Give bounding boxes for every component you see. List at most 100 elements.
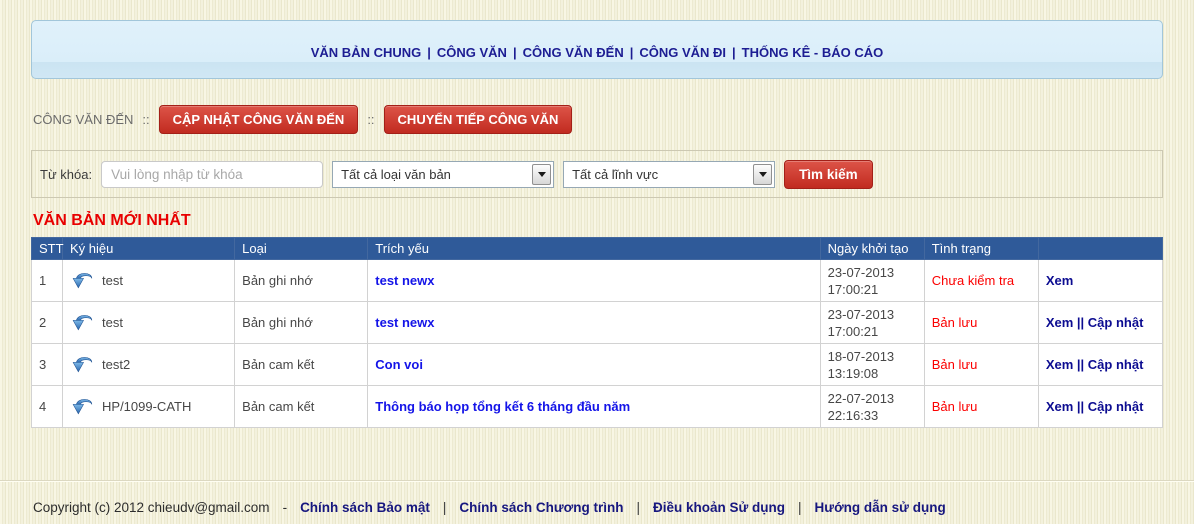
date-line: 13:19:08 <box>828 365 917 382</box>
table-body: 1 test Bản ghi nhớ test newx 23-07-201317:0… <box>32 260 1163 428</box>
page: VĂN BẢN CHUNG|CÔNG VĂN|CÔNG VĂN ĐẾN|CÔNG… <box>0 0 1194 524</box>
main-nav: VĂN BẢN CHUNG|CÔNG VĂN|CÔNG VĂN ĐẾN|CÔNG… <box>31 20 1163 79</box>
cell-actions: Xem || Cập nhật <box>1038 344 1162 386</box>
copyright-text: Copyright (c) 2012 chieudv@gmail.com <box>33 500 270 515</box>
status-badge: Bản lưu <box>932 399 978 414</box>
document-type-select-value: Tất cả loại văn bản <box>341 167 451 182</box>
header-actions <box>1038 238 1162 260</box>
date-line: 18-07-2013 <box>828 348 917 365</box>
nav-separator: | <box>507 45 523 60</box>
nav-item[interactable]: VĂN BẢN CHUNG <box>311 45 422 60</box>
ky-hieu-label: HP/1099-CATH <box>102 399 191 414</box>
toolbar-separator: :: <box>367 112 374 127</box>
cell-tinh-trang: Bản lưu <box>924 386 1038 428</box>
ky-hieu-label: test2 <box>102 357 130 372</box>
footer-link-separator: | <box>430 500 460 515</box>
action-link[interactable]: Xem <box>1046 399 1073 414</box>
keyword-input[interactable] <box>101 161 323 188</box>
table-row: 1 test Bản ghi nhớ test newx 23-07-201317:0… <box>32 260 1163 302</box>
footer-links: Chính sách Bảo mật|Chính sách Chương trì… <box>300 500 946 515</box>
ky-hieu-label: test <box>102 315 123 330</box>
ky-hieu-label: test <box>102 273 123 288</box>
nav-links: VĂN BẢN CHUNG|CÔNG VĂN|CÔNG VĂN ĐẾN|CÔNG… <box>311 44 883 62</box>
document-arrow-icon <box>70 268 95 293</box>
cell-actions: Xem <box>1038 260 1162 302</box>
header-ky-hieu: Ký hiệu <box>63 238 235 260</box>
cell-trich-yeu: Thông báo họp tổng kết 6 tháng đầu năm <box>368 386 820 428</box>
status-badge: Bản lưu <box>932 315 978 330</box>
action-link[interactable]: Xem <box>1046 273 1073 288</box>
cell-loai: Bản cam kết <box>235 386 368 428</box>
document-title-link[interactable]: Con voi <box>375 357 423 372</box>
cell-tinh-trang: Bản lưu <box>924 302 1038 344</box>
footer-link[interactable]: Chính sách Bảo mật <box>300 500 430 515</box>
nav-item[interactable]: THỐNG KÊ - BÁO CÁO <box>742 45 884 60</box>
action-separator: || <box>1073 315 1088 330</box>
cell-stt: 4 <box>32 386 63 428</box>
chevron-down-icon <box>753 164 772 185</box>
update-incoming-document-button[interactable]: CẬP NHẬT CÔNG VĂN ĐẾN <box>159 105 359 134</box>
footer-link-separator: | <box>623 500 653 515</box>
chevron-down-icon <box>532 164 551 185</box>
nav-item[interactable]: CÔNG VĂN ĐẾN <box>523 45 624 60</box>
documents-table: STT Ký hiệu Loại Trích yếu Ngày khởi tạo… <box>31 237 1163 428</box>
section-title: VĂN BẢN MỚI NHẤT <box>33 212 1194 230</box>
document-title-link[interactable]: Thông báo họp tổng kết 6 tháng đầu năm <box>375 399 630 414</box>
nav-item[interactable]: CÔNG VĂN ĐI <box>639 45 726 60</box>
cell-trich-yeu: test newx <box>368 260 820 302</box>
document-title-link[interactable]: test newx <box>375 273 434 288</box>
cell-loai: Bản cam kết <box>235 344 368 386</box>
status-badge: Bản lưu <box>932 357 978 372</box>
field-select[interactable]: Tất cả lĩnh vực <box>563 161 775 188</box>
breadcrumb: CÔNG VĂN ĐẾN <box>33 112 133 127</box>
cell-stt: 1 <box>32 260 63 302</box>
document-arrow-icon <box>70 310 95 335</box>
cell-stt: 2 <box>32 302 63 344</box>
table-row: 3 test2Bản cam kếtCon voi18-07-201313:19… <box>32 344 1163 386</box>
cell-ngay-khoi-tao: 23-07-201317:00:21 <box>820 302 924 344</box>
action-link[interactable]: Cập nhật <box>1088 357 1144 372</box>
cell-loai: Bản ghi nhớ <box>235 302 368 344</box>
action-link[interactable]: Cập nhật <box>1088 315 1144 330</box>
cell-ky-hieu: test <box>63 302 235 344</box>
document-type-select[interactable]: Tất cả loại văn bản <box>332 161 554 188</box>
footer-link[interactable]: Hướng dẫn sử dụng <box>815 500 946 515</box>
action-link[interactable]: Cập nhật <box>1088 399 1144 414</box>
cell-actions: Xem || Cập nhật <box>1038 386 1162 428</box>
header-trich-yeu: Trích yếu <box>368 238 820 260</box>
cell-ngay-khoi-tao: 23-07-201317:00:21 <box>820 260 924 302</box>
toolbar: CÔNG VĂN ĐẾN :: CẬP NHẬT CÔNG VĂN ĐẾN ::… <box>33 105 1163 133</box>
nav-separator: | <box>624 45 640 60</box>
cell-ky-hieu: HP/1099-CATH <box>63 386 235 428</box>
date-line: 22:16:33 <box>828 407 917 424</box>
document-arrow-icon <box>70 394 95 419</box>
action-link[interactable]: Xem <box>1046 357 1073 372</box>
cell-ky-hieu: test <box>63 260 235 302</box>
cell-ngay-khoi-tao: 18-07-201313:19:08 <box>820 344 924 386</box>
document-arrow-icon <box>70 352 95 377</box>
footer-link[interactable]: Chính sách Chương trình <box>459 500 623 515</box>
cell-ky-hieu: test2 <box>63 344 235 386</box>
status-badge: Chưa kiểm tra <box>932 273 1014 288</box>
action-separator: || <box>1073 357 1088 372</box>
action-separator: || <box>1073 399 1088 414</box>
keyword-label: Từ khóa: <box>40 167 92 182</box>
search-button[interactable]: Tìm kiếm <box>784 160 873 189</box>
cell-trich-yeu: Con voi <box>368 344 820 386</box>
date-line: 23-07-2013 <box>828 306 917 323</box>
document-title-link[interactable]: test newx <box>375 315 434 330</box>
field-select-value: Tất cả lĩnh vực <box>572 167 658 182</box>
nav-separator: | <box>421 45 437 60</box>
cell-loai: Bản ghi nhớ <box>235 260 368 302</box>
footer: Copyright (c) 2012 chieudv@gmail.com - C… <box>0 480 1194 515</box>
footer-dash: - <box>270 500 301 515</box>
date-line: 22-07-2013 <box>828 390 917 407</box>
action-link[interactable]: Xem <box>1046 315 1073 330</box>
table-row: 2 test Bản ghi nhớ test newx 23-07-201317:0… <box>32 302 1163 344</box>
date-line: 23-07-2013 <box>828 264 917 281</box>
header-stt: STT <box>32 238 63 260</box>
table-header-row: STT Ký hiệu Loại Trích yếu Ngày khởi tạo… <box>32 238 1163 260</box>
nav-item[interactable]: CÔNG VĂN <box>437 45 507 60</box>
footer-link[interactable]: Điều khoản Sử dụng <box>653 500 785 515</box>
forward-document-button[interactable]: CHUYỂN TIẾP CÔNG VĂN <box>384 105 573 134</box>
